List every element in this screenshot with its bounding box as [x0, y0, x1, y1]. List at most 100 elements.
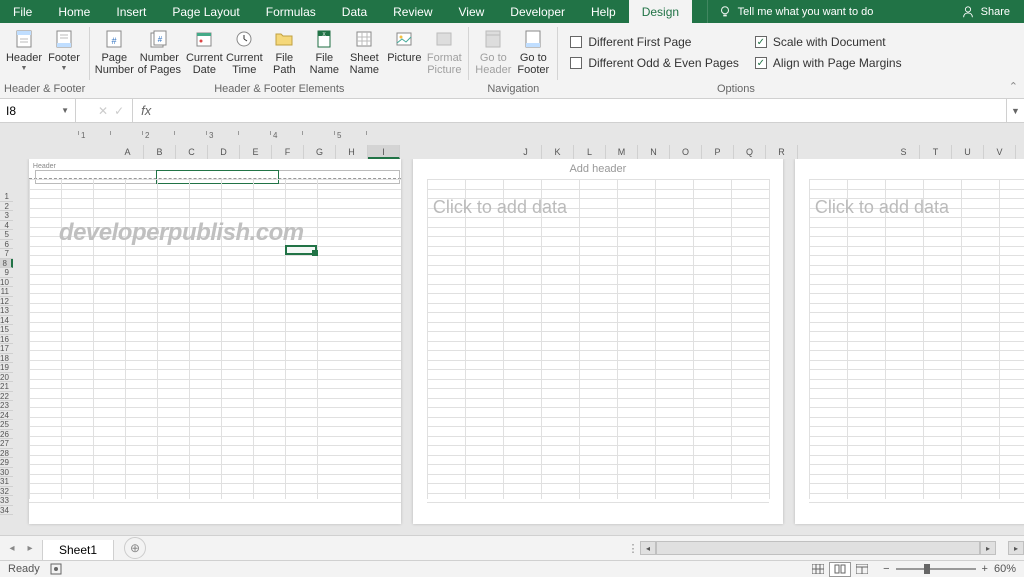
different-odd-even-checkbox[interactable]: Different Odd & Even Pages — [570, 56, 739, 70]
name-box[interactable]: I8▼ — [0, 99, 76, 122]
fx-icon[interactable]: fx — [133, 99, 159, 122]
selected-cell[interactable] — [285, 245, 317, 255]
row-header-26[interactable]: 26 — [0, 430, 13, 440]
row-header-4[interactable]: 4 — [0, 221, 13, 231]
row-header-20[interactable]: 20 — [0, 373, 13, 383]
row-header-30[interactable]: 30 — [0, 468, 13, 478]
sheet-name-button[interactable]: Sheet Name — [344, 25, 384, 80]
picture-button[interactable]: Picture — [384, 25, 424, 80]
col-header-D[interactable]: D — [208, 145, 240, 159]
view-normal-button[interactable] — [807, 562, 829, 577]
cancel-formula-icon[interactable]: ✕ — [98, 104, 108, 118]
row-header-21[interactable]: 21 — [0, 382, 13, 392]
grid-page-2[interactable]: Click to add data — [427, 179, 769, 499]
row-header-29[interactable]: 29 — [0, 458, 13, 468]
row-header-33[interactable]: 33 — [0, 496, 13, 506]
row-header-1[interactable]: 1 — [0, 192, 13, 202]
header-button[interactable]: Header ▼ — [4, 25, 44, 80]
col-header-K[interactable]: K — [542, 145, 574, 159]
macro-record-icon[interactable] — [50, 563, 62, 575]
row-header-24[interactable]: 24 — [0, 411, 13, 421]
col-header-H[interactable]: H — [336, 145, 368, 159]
row-header-7[interactable]: 7 — [0, 249, 13, 259]
tab-formulas[interactable]: Formulas — [253, 0, 329, 23]
add-header-placeholder[interactable]: Add header — [413, 159, 783, 179]
different-first-page-checkbox[interactable]: Different First Page — [570, 35, 739, 49]
scale-with-doc-checkbox[interactable]: ✓Scale with Document — [755, 35, 902, 49]
tab-design[interactable]: Design — [629, 0, 692, 23]
tab-developer[interactable]: Developer — [497, 0, 578, 23]
tab-data[interactable]: Data — [329, 0, 380, 23]
col-header-Q[interactable]: Q — [734, 145, 766, 159]
prev-sheet-icon[interactable]: ▸ — [22, 543, 38, 554]
row-header-27[interactable]: 27 — [0, 439, 13, 449]
col-header-U[interactable]: U — [952, 145, 984, 159]
col-header-B[interactable]: B — [144, 145, 176, 159]
row-header-3[interactable]: 3 — [0, 211, 13, 221]
grid-page-1[interactable]: developerpublish.com — [29, 179, 401, 499]
row-header-11[interactable]: 11 — [0, 287, 13, 297]
first-sheet-icon[interactable]: ◂ — [4, 543, 20, 554]
row-header-10[interactable]: 10 — [0, 278, 13, 288]
sheet-tab-sheet1[interactable]: Sheet1 — [42, 540, 114, 560]
col-header-M[interactable]: M — [606, 145, 638, 159]
file-name-button[interactable]: XFile Name — [304, 25, 344, 80]
enter-formula-icon[interactable]: ✓ — [114, 104, 124, 118]
tab-review[interactable]: Review — [380, 0, 445, 23]
row-header-8[interactable]: 8 — [0, 259, 13, 269]
col-header-T[interactable]: T — [920, 145, 952, 159]
col-header-R[interactable]: R — [766, 145, 798, 159]
horizontal-scrollbar[interactable]: ⋮ ◂▸ — [626, 541, 996, 555]
zoom-in-button[interactable]: + — [982, 563, 988, 575]
align-page-margins-checkbox[interactable]: ✓Align with Page Margins — [755, 56, 902, 70]
row-header-34[interactable]: 34 — [0, 506, 13, 516]
col-header-P[interactable]: P — [702, 145, 734, 159]
row-header-5[interactable]: 5 — [0, 230, 13, 240]
row-header-2[interactable]: 2 — [0, 202, 13, 212]
col-header-C[interactable]: C — [176, 145, 208, 159]
row-header-23[interactable]: 23 — [0, 401, 13, 411]
row-header-13[interactable]: 13 — [0, 306, 13, 316]
row-header-15[interactable]: 15 — [0, 325, 13, 335]
tab-help[interactable]: Help — [578, 0, 629, 23]
col-header-V[interactable]: V — [984, 145, 1016, 159]
share-button[interactable]: Share — [947, 0, 1024, 23]
current-time-button[interactable]: Current Time — [224, 25, 264, 80]
goto-footer-button[interactable]: Go to Footer — [513, 25, 553, 80]
col-header-N[interactable]: N — [638, 145, 670, 159]
row-header-19[interactable]: 19 — [0, 363, 13, 373]
col-header-A[interactable]: A — [112, 145, 144, 159]
tab-view[interactable]: View — [446, 0, 498, 23]
zoom-slider[interactable] — [896, 568, 976, 570]
col-header-W[interactable]: W — [1016, 145, 1024, 159]
add-header-placeholder[interactable]: Add header — [795, 159, 1024, 179]
view-page-layout-button[interactable] — [829, 562, 851, 577]
number-of-pages-button[interactable]: #Number of Pages — [134, 25, 184, 80]
zoom-out-button[interactable]: − — [883, 563, 889, 575]
col-header-I[interactable]: I — [368, 145, 400, 159]
tab-page-layout[interactable]: Page Layout — [159, 0, 252, 23]
page-number-button[interactable]: #Page Number — [94, 25, 134, 80]
formula-input[interactable] — [159, 99, 1006, 122]
row-header-32[interactable]: 32 — [0, 487, 13, 497]
col-header-E[interactable]: E — [240, 145, 272, 159]
row-header-9[interactable]: 9 — [0, 268, 13, 278]
row-header-22[interactable]: 22 — [0, 392, 13, 402]
row-header-18[interactable]: 18 — [0, 354, 13, 364]
col-header-G[interactable]: G — [304, 145, 336, 159]
tab-insert[interactable]: Insert — [103, 0, 159, 23]
row-header-31[interactable]: 31 — [0, 477, 13, 487]
zoom-level[interactable]: 60% — [994, 563, 1016, 575]
collapse-ribbon-icon[interactable]: ⌃ — [1009, 80, 1018, 93]
view-page-break-button[interactable] — [851, 562, 873, 577]
row-header-17[interactable]: 17 — [0, 344, 13, 354]
row-header-16[interactable]: 16 — [0, 335, 13, 345]
grid-page-3[interactable]: Click to add data — [809, 179, 1024, 499]
tab-home[interactable]: Home — [45, 0, 103, 23]
col-header-S[interactable]: S — [888, 145, 920, 159]
row-header-12[interactable]: 12 — [0, 297, 13, 307]
add-sheet-button[interactable]: ⊕ — [124, 537, 146, 559]
current-date-button[interactable]: Current Date — [184, 25, 224, 80]
row-header-14[interactable]: 14 — [0, 316, 13, 326]
col-header-L[interactable]: L — [574, 145, 606, 159]
